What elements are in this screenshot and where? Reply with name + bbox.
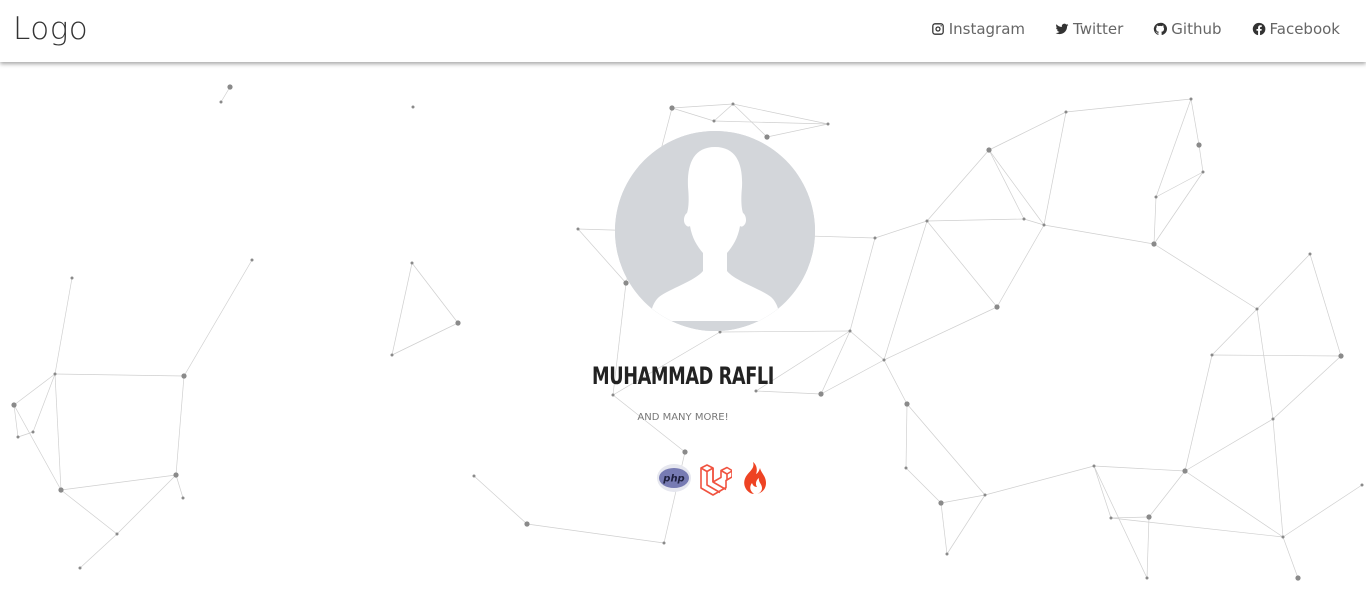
nav-link-instagram[interactable]: Instagram	[931, 20, 1025, 38]
nav-links: Instagram Twitter Github Facebook	[931, 20, 1340, 38]
nav-link-label: Facebook	[1269, 20, 1340, 38]
nav-link-twitter[interactable]: Twitter	[1055, 20, 1123, 38]
laravel-icon	[700, 464, 732, 496]
instagram-icon	[931, 23, 944, 35]
profile-tagline: AND MANY MORE!	[637, 412, 729, 423]
nav-link-label: Github	[1171, 20, 1222, 38]
facebook-icon	[1252, 22, 1265, 36]
php-icon: php	[657, 464, 691, 492]
navbar: Logo Instagram Twitter Github Facebook	[0, 0, 1366, 62]
php-icon-label: php	[662, 474, 684, 485]
codeigniter-icon	[744, 462, 766, 494]
nav-link-label: Twitter	[1073, 20, 1124, 38]
avatar	[615, 131, 815, 331]
skills-list: php	[656, 460, 772, 496]
default-user-avatar-icon	[615, 131, 815, 331]
profile-name: MUHAMMAD RAFLI	[592, 362, 774, 390]
logo-link[interactable]: Logo	[13, 11, 88, 47]
nav-link-label: Instagram	[948, 20, 1026, 38]
hero-section: MUHAMMAD RAFLI AND MANY MORE! php	[0, 62, 1366, 608]
github-icon	[1154, 22, 1168, 35]
nav-link-facebook[interactable]: Facebook	[1252, 20, 1340, 38]
nav-link-github[interactable]: Github	[1153, 20, 1222, 38]
twitter-icon	[1055, 23, 1069, 35]
